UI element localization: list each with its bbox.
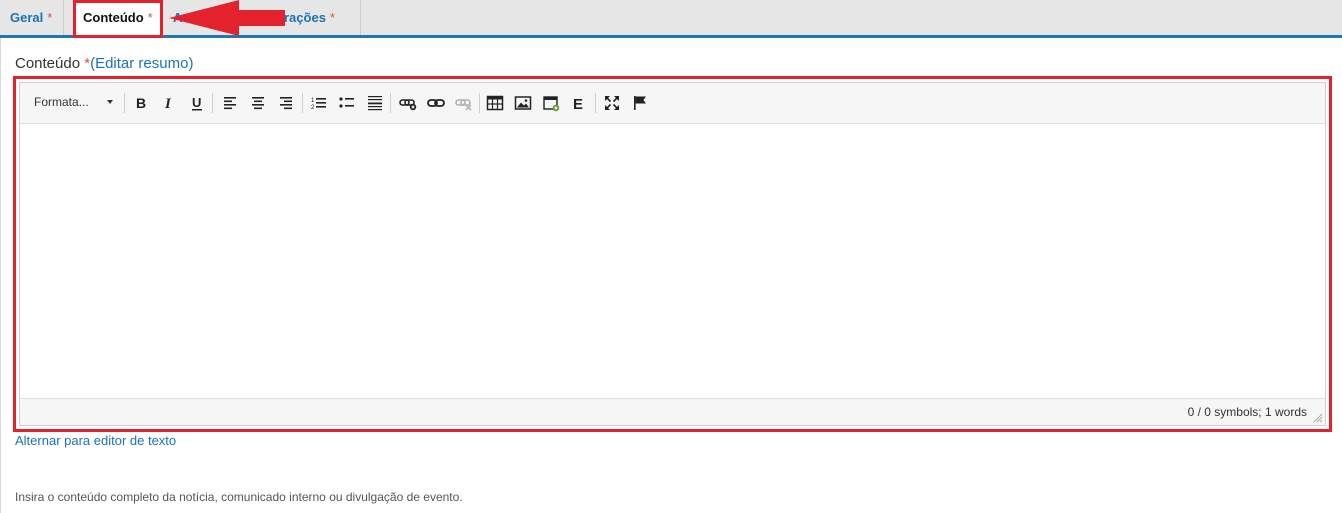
field-label-text: Conteúdo xyxy=(15,55,81,72)
required-marker: * xyxy=(329,10,335,25)
ordered-list-icon[interactable]: 12 xyxy=(309,93,329,113)
editor-content-area[interactable] xyxy=(20,124,1325,399)
align-center-icon[interactable] xyxy=(248,93,268,113)
toolbar-separator xyxy=(390,93,391,113)
media-icon[interactable] xyxy=(541,93,561,113)
rich-text-editor: Formata... B I U 12 E 0 / 0 symbols; 1 w… xyxy=(19,82,1326,426)
svg-text:U: U xyxy=(192,95,201,110)
content-field-label: Conteúdo *(Editar resumo) xyxy=(15,55,193,72)
svg-text:E: E xyxy=(573,96,583,113)
link-icon[interactable] xyxy=(426,93,446,113)
underline-icon[interactable]: U xyxy=(187,93,207,113)
annotation-arrow-icon xyxy=(169,0,285,36)
toolbar-separator xyxy=(124,93,125,113)
svg-text:1: 1 xyxy=(311,98,315,104)
tab-bar: Geral* Conteúdo* A rações* xyxy=(0,0,1342,38)
align-left-icon[interactable] xyxy=(220,93,240,113)
fullscreen-icon[interactable] xyxy=(602,93,622,113)
chevron-down-icon[interactable] xyxy=(107,100,113,104)
flag-icon[interactable] xyxy=(630,93,650,113)
left-border xyxy=(0,38,1,513)
toolbar-separator xyxy=(302,93,303,113)
toolbar-separator xyxy=(595,93,596,113)
tab-conteudo[interactable]: Conteúdo * xyxy=(73,0,163,38)
svg-text:B: B xyxy=(136,95,146,111)
toolbar-separator xyxy=(479,93,480,113)
tab-geral[interactable]: Geral * xyxy=(0,0,64,35)
table-icon[interactable] xyxy=(485,93,505,113)
svg-text:2: 2 xyxy=(311,105,315,111)
unordered-list-icon[interactable] xyxy=(337,93,357,113)
tab-configuracoes-label: rações xyxy=(284,10,326,25)
help-text: Insira o conteúdo completo da notícia, c… xyxy=(15,490,463,504)
required-marker: * xyxy=(47,10,53,25)
horizontal-rule-icon[interactable] xyxy=(365,93,385,113)
svg-text:I: I xyxy=(164,96,172,112)
insert-link-icon[interactable] xyxy=(398,93,418,113)
editor-toolbar: Formata... B I U 12 E xyxy=(20,83,1325,124)
tab-geral-label: Geral xyxy=(10,10,44,25)
unlink-icon[interactable] xyxy=(454,93,474,113)
required-marker: * xyxy=(147,10,153,25)
align-right-icon[interactable] xyxy=(276,93,296,113)
format-dropdown[interactable]: Formata... xyxy=(34,95,89,109)
toolbar-separator xyxy=(212,93,213,113)
edit-summary-link[interactable]: (Editar resumo) xyxy=(90,55,193,72)
editor-statusbar: 0 / 0 symbols; 1 words xyxy=(20,398,1325,425)
word-counter: 0 / 0 symbols; 1 words xyxy=(1187,405,1307,419)
italic-icon[interactable]: I xyxy=(159,93,179,113)
tab-conteudo-label: Conteúdo xyxy=(83,10,144,25)
rich-text-editor-highlight: Formata... B I U 12 E 0 / 0 symbols; 1 w… xyxy=(13,76,1332,432)
image-icon[interactable] xyxy=(513,93,533,113)
resize-handle-icon[interactable] xyxy=(1313,413,1323,423)
bold-icon[interactable]: B xyxy=(131,93,151,113)
switch-to-text-editor-link[interactable]: Alternar para editor de texto xyxy=(15,433,176,448)
e-icon[interactable]: E xyxy=(569,93,589,113)
